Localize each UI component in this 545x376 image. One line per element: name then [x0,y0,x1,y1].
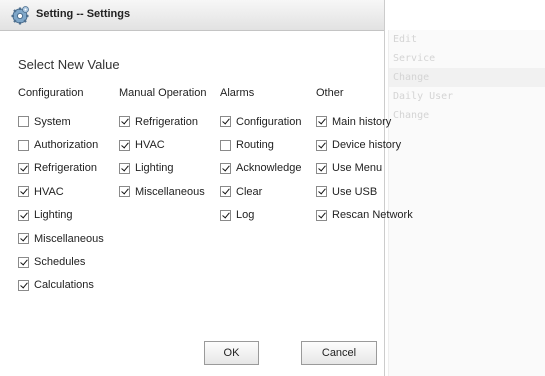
checkbox-checked-icon[interactable] [316,162,327,174]
checkbox-manual-operation-refrigeration[interactable]: Refrigeration [119,110,206,133]
checkbox-label: Main history [332,115,392,128]
checkbox-checked-icon[interactable] [220,162,231,174]
checkbox-alarms-acknowledge[interactable]: Acknowledge [220,157,301,180]
checkbox-checked-icon[interactable] [119,186,130,198]
column-header: Other [316,87,344,99]
checkbox-label: Use Menu [332,162,383,175]
checkbox-label: Acknowledge [236,162,302,175]
checkbox-label: HVAC [135,139,165,152]
checkbox-label: Refrigeration [135,115,198,128]
checkbox-label: Configuration [236,115,302,128]
background-menu-item: Change [389,68,545,87]
checkbox-other-device-history[interactable]: Device history [316,133,413,156]
checkbox-checked-icon[interactable] [119,162,130,174]
checkbox-label: Rescan Network [332,209,413,222]
checkbox-checked-icon[interactable] [18,233,29,245]
checkbox-configuration-calculations[interactable]: Calculations [18,274,104,297]
checkbox-label: HVAC [34,185,64,198]
cancel-button[interactable]: Cancel [301,341,377,365]
checkbox-label: Log [236,209,255,222]
gear-icon [10,5,30,25]
checkbox-other-use-menu[interactable]: Use Menu [316,157,413,180]
checkbox-other-use-usb[interactable]: Use USB [316,180,413,203]
dialog-titlebar[interactable]: Setting -- Settings [0,0,384,31]
checkbox-checked-icon[interactable] [18,186,29,198]
column-header: Alarms [220,87,255,99]
checkbox-configuration-system[interactable]: System [18,110,104,133]
checkbox-checked-icon[interactable] [316,186,327,198]
checkbox-label: Lighting [135,162,174,175]
checkbox-label: Clear [236,185,263,198]
checkbox-checked-icon[interactable] [316,139,327,151]
checkbox-manual-operation-lighting[interactable]: Lighting [119,157,206,180]
checkbox-label: Calculations [34,279,94,292]
checkbox-checked-icon[interactable] [18,162,29,174]
checkbox-manual-operation-hvac[interactable]: HVAC [119,133,206,156]
checkbox-other-main-history[interactable]: Main history [316,110,413,133]
checkbox-checked-icon[interactable] [220,209,231,221]
checkbox-other-rescan-network[interactable]: Rescan Network [316,204,413,227]
checkbox-checked-icon[interactable] [220,186,231,198]
checkbox-manual-operation-miscellaneous[interactable]: Miscellaneous [119,180,206,203]
checkbox-checked-icon[interactable] [18,256,29,268]
background-menu-item: Edit [393,34,418,45]
background-menu-item: Service [393,53,436,64]
checkbox-configuration-hvac[interactable]: HVAC [18,180,104,203]
column-other: Other Main history Device history Use Menu U… [316,86,413,227]
checkbox-label: Miscellaneous [34,232,104,245]
checkbox-alarms-log[interactable]: Log [220,204,301,227]
checkbox-alarms-clear[interactable]: Clear [220,180,301,203]
checkbox-configuration-schedules[interactable]: Schedules [18,250,104,273]
column-alarms: Alarms Configuration Routing Acknowledge Cle… [220,86,301,227]
ok-button[interactable]: OK [204,341,259,365]
checkbox-label: Use USB [332,185,378,198]
checkbox-configuration-authorization[interactable]: Authorization [18,133,104,156]
checkbox-checked-icon[interactable] [220,116,231,128]
checkbox-label: Miscellaneous [135,185,205,198]
checkbox-configuration-lighting[interactable]: Lighting [18,204,104,227]
checkbox-checked-icon[interactable] [316,116,327,128]
column-manual-operation: Manual Operation Refrigeration HVAC Lightin… [119,86,206,204]
checkbox-label: Routing [236,139,274,152]
checkbox-checked-icon[interactable] [18,209,29,221]
checkbox-unchecked-icon[interactable] [220,139,231,151]
checkbox-checked-icon[interactable] [119,139,130,151]
settings-dialog: Setting -- Settings Select New Value Con… [0,0,413,376]
column-configuration: Configuration System Authorization Refriger… [18,86,104,297]
column-header: Manual Operation [119,87,207,99]
checkbox-label: Authorization [34,139,99,152]
checkbox-checked-icon[interactable] [316,209,327,221]
column-header: Configuration [18,87,84,99]
checkbox-label: System [34,115,71,128]
checkbox-alarms-routing[interactable]: Routing [220,133,301,156]
checkbox-label: Refrigeration [34,162,97,175]
checkbox-checked-icon[interactable] [119,116,130,128]
checkbox-configuration-refrigeration[interactable]: Refrigeration [18,157,104,180]
checkbox-alarms-configuration[interactable]: Configuration [220,110,301,133]
dialog-subtitle: Select New Value [18,57,120,72]
checkbox-checked-icon[interactable] [18,279,29,291]
checkbox-label: Device history [332,139,402,152]
checkbox-label: Lighting [34,209,73,222]
screen: Edit Service Change Daily User Change Se… [0,0,545,376]
checkbox-unchecked-icon[interactable] [18,116,29,128]
checkbox-configuration-miscellaneous[interactable]: Miscellaneous [18,227,104,250]
checkbox-unchecked-icon[interactable] [18,139,29,151]
dialog-title: Setting -- Settings [36,8,131,20]
checkbox-label: Schedules [34,256,86,269]
